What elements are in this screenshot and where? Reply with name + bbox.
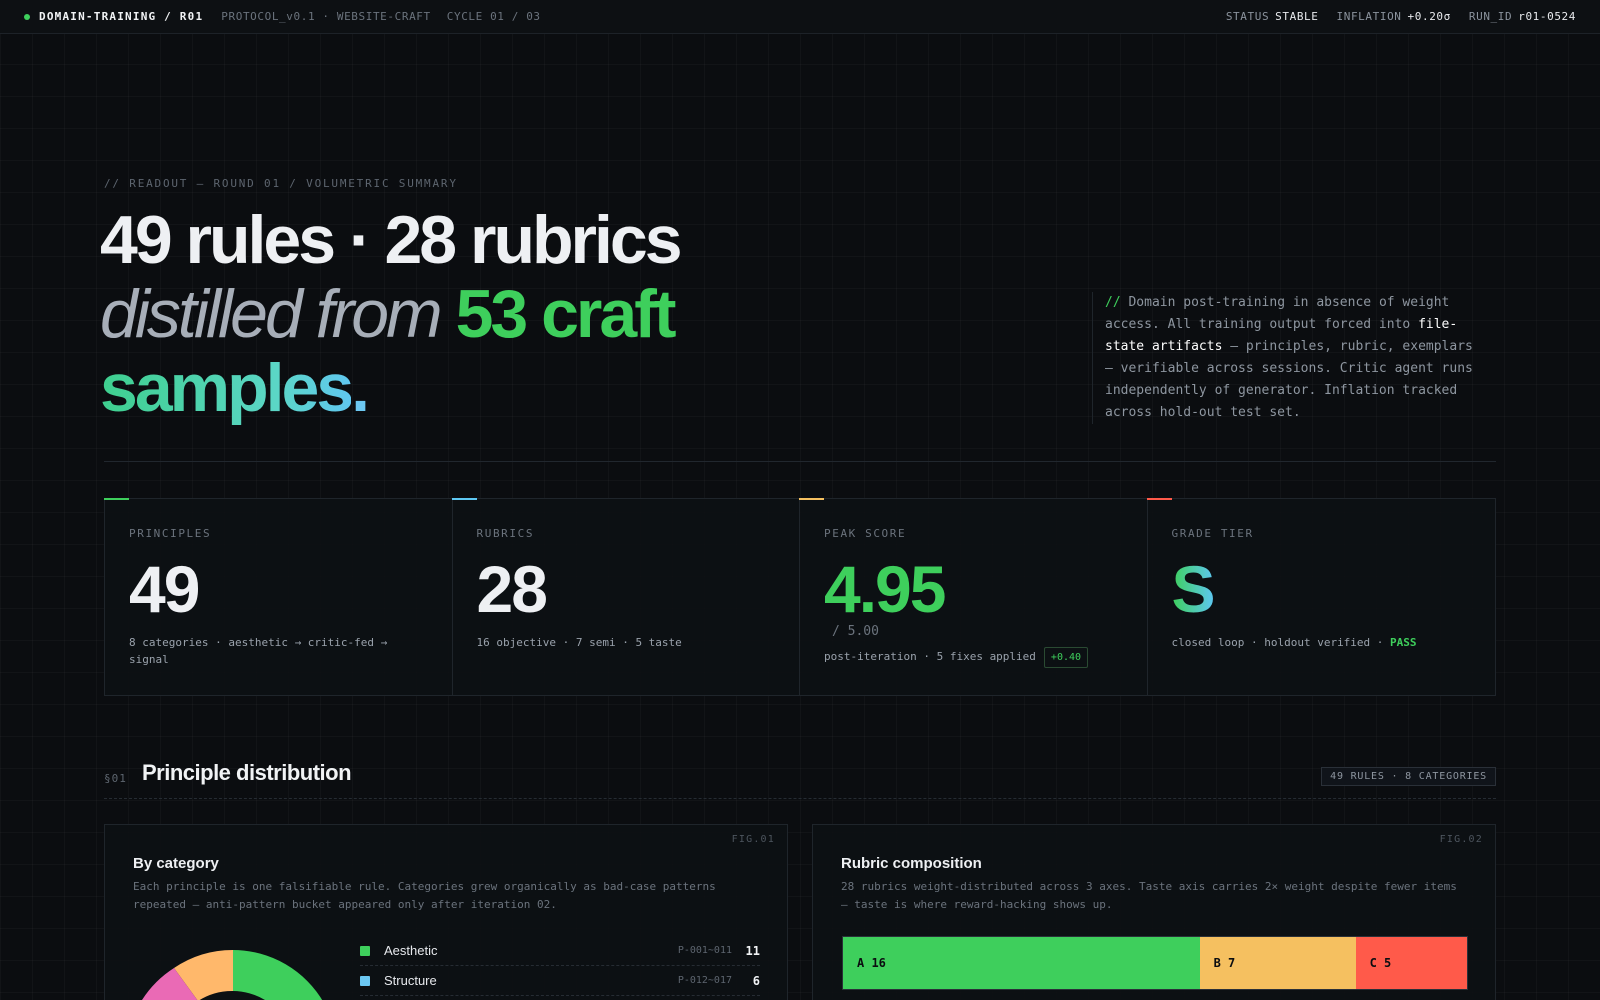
legend-swatch [360, 975, 370, 986]
rubric-stacked-bar: A 16 B 7C 5 [842, 936, 1468, 990]
card-sub: 8 categories · aesthetic → critic-fed → … [129, 636, 388, 666]
hero-line-2b: 53 craft [455, 276, 677, 352]
card-value: 4.95 [824, 552, 946, 626]
card-sub: post-iteration · 5 fixes applied +0.40 [824, 647, 1123, 668]
donut-slice-aesthetic [233, 950, 323, 1000]
section-title: Principle distribution [142, 760, 352, 785]
card-sub-text: closed loop · holdout verified · [1171, 636, 1384, 649]
hero-line-3: samples [100, 350, 354, 426]
legend-name: Structure [384, 973, 437, 988]
card-accent [451, 498, 477, 500]
status-dot-icon [24, 13, 30, 20]
divider [104, 461, 1496, 462]
legend-row[interactable]: Aesthetic P-001~011 11 [360, 936, 760, 966]
description-text-1: Domain post-training in absence of weigh… [1105, 295, 1450, 332]
section-tag: 49 RULES · 8 CATEGORIES [1321, 767, 1496, 786]
legend-count: 11 [745, 943, 760, 958]
comment-slashes: // [1105, 295, 1121, 310]
inflation-key: INFLATION [1336, 10, 1402, 23]
card-value: 49 [129, 552, 200, 626]
panel-title: Rubric composition [841, 855, 982, 872]
section-number: §01 [104, 772, 127, 785]
card-sub: closed loop · holdout verified · PASS [1172, 634, 1472, 651]
card-sub: 16 objective · 7 semi · 5 taste [476, 636, 682, 649]
brand-title[interactable]: DOMAIN-TRAINING / R01 [39, 10, 203, 23]
section-divider [104, 798, 1496, 799]
card-value: S [1171, 552, 1216, 626]
card-accent [104, 498, 129, 500]
stat-cards: PRINCIPLES 49 8 categories · aesthetic →… [104, 498, 1496, 696]
cycle-label: CYCLE 01 / 03 [446, 10, 541, 23]
stat-card-peak-score: PEAK SCORE 4.95 / 5.00 post-iteration · … [799, 498, 1148, 695]
card-label: PEAK SCORE [824, 527, 907, 540]
hero-line-2a: distilled from [100, 276, 443, 352]
protocol-label: PROTOCOL_v0.1 · WEBSITE-CRAFT [221, 10, 431, 23]
top-bar: DOMAIN-TRAINING / R01 PROTOCOL_v0.1 · WE… [0, 0, 1600, 34]
stat-card-grade-tier: GRADE TIER S closed loop · holdout verif… [1146, 498, 1496, 695]
category-legend: Aesthetic P-001~011 11 Structure P-012~0… [360, 936, 760, 996]
card-out-of: / 5.00 [832, 624, 879, 639]
legend-count: 6 [752, 973, 760, 988]
hero-headline: 49 rules · 28 rubrics distilled from 53 … [100, 203, 860, 425]
card-value: 28 [476, 552, 548, 626]
hero-description: // Domain post-training in absence of we… [1092, 292, 1488, 424]
category-donut-chart [142, 949, 323, 1000]
legend-row[interactable]: Structure P-012~017 6 [360, 966, 760, 996]
hero-eyebrow: // READOUT — ROUND 01 / VOLUMETRIC SUMMA… [104, 177, 458, 190]
stat-card-principles: PRINCIPLES 49 8 categories · aesthetic →… [104, 498, 453, 695]
status-key: STATUS [1225, 10, 1270, 23]
hero-period: . [351, 350, 370, 426]
card-sub-text: post-iteration · 5 fixes applied [824, 650, 1036, 663]
card-label: PRINCIPLES [129, 527, 212, 540]
run-id-key: RUN_ID [1468, 10, 1513, 23]
status-value: STABLE [1275, 10, 1319, 23]
panel-title: By category [133, 855, 219, 872]
card-accent [799, 498, 824, 500]
card-label: GRADE TIER [1171, 527, 1254, 540]
legend-name: Aesthetic [384, 943, 438, 958]
figure-number: FIG.02 [1439, 834, 1483, 845]
legend-range: P-012~017 [677, 975, 732, 986]
rubric-segment-0[interactable]: A 16 [843, 937, 1200, 989]
hero-line-1: 49 rules · 28 rubrics [100, 202, 683, 278]
rubric-segment-1[interactable]: B 7 [1199, 937, 1356, 989]
card-accent [1146, 498, 1172, 500]
panel-description: Each principle is one falsifiable rule. … [133, 880, 716, 911]
pass-badge: PASS [1390, 636, 1417, 649]
inflation-value: +0.20σ [1407, 10, 1451, 23]
delta-chip: +0.40 [1043, 647, 1089, 668]
legend-range: P-001~011 [677, 945, 732, 956]
stat-card-rubrics: RUBRICS 28 16 objective · 7 semi · 5 tas… [451, 498, 800, 695]
run-id-value: r01-0524 [1518, 10, 1576, 23]
card-label: RUBRICS [476, 527, 535, 540]
panel-description: 28 rubrics weight-distributed across 3 a… [841, 880, 1457, 911]
rubric-segment-2[interactable]: C 5 [1355, 937, 1467, 989]
figure-number: FIG.01 [731, 834, 775, 845]
legend-swatch [360, 945, 370, 956]
